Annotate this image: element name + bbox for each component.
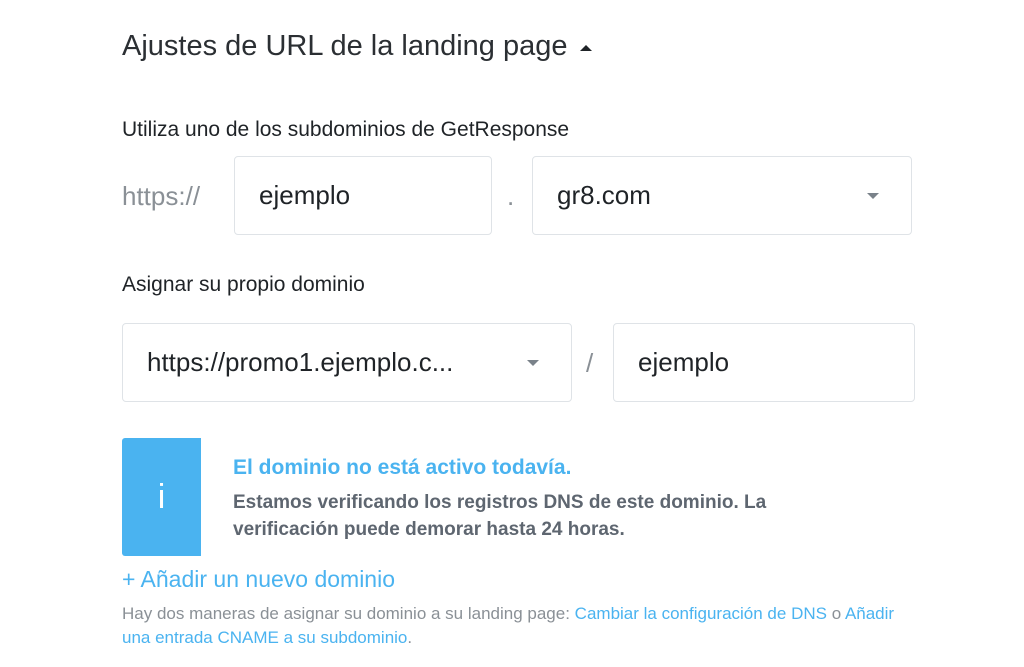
- add-new-domain-link[interactable]: + Añadir un nuevo dominio: [122, 566, 395, 593]
- chevron-down-icon: [527, 359, 539, 366]
- subdomain-domain-value: gr8.com: [557, 180, 651, 210]
- own-domain-value: https://promo1.ejemplo.c...: [147, 347, 454, 377]
- domain-inactive-notice: i El dominio no está activo todavía. Est…: [122, 438, 882, 556]
- change-dns-config-link[interactable]: Cambiar la configuración de DNS: [575, 604, 827, 623]
- slash-separator: /: [586, 348, 594, 378]
- section-toggle[interactable]: Ajustes de URL de la landing page: [122, 30, 592, 63]
- footnote: Hay dos maneras de asignar su dominio a …: [122, 602, 922, 650]
- footnote-text-middle: o: [826, 604, 845, 623]
- caret-up-icon: [579, 44, 592, 51]
- own-domain-path-input[interactable]: ejemplo: [613, 323, 915, 402]
- footnote-text-before: Hay dos maneras de asignar su dominio a …: [122, 604, 575, 623]
- footnote-text-after: .: [407, 627, 413, 647]
- own-domain-label: Asignar su propio dominio: [122, 273, 365, 296]
- info-icon: i: [122, 438, 201, 556]
- subdomain-domain-select[interactable]: gr8.com: [532, 156, 912, 235]
- protocol-prefix: https://: [122, 181, 201, 211]
- own-domain-path-value: ejemplo: [638, 347, 730, 377]
- chevron-down-icon: [867, 192, 879, 199]
- notice-title: El dominio no está activo todavía.: [233, 456, 572, 479]
- dot-separator: .: [507, 181, 515, 211]
- notice-body: Estamos verificando los registros DNS de…: [233, 492, 767, 540]
- landing-page-url-settings: Ajustes de URL de la landing page Utiliz…: [0, 0, 1024, 667]
- subdomain-name-value: ejemplo: [259, 180, 351, 210]
- section-title: Ajustes de URL de la landing page: [122, 30, 568, 62]
- subdomain-label: Utiliza uno de los subdominios de GetRes…: [122, 118, 570, 141]
- subdomain-name-input[interactable]: ejemplo: [234, 156, 492, 235]
- own-domain-select[interactable]: https://promo1.ejemplo.c...: [122, 323, 572, 402]
